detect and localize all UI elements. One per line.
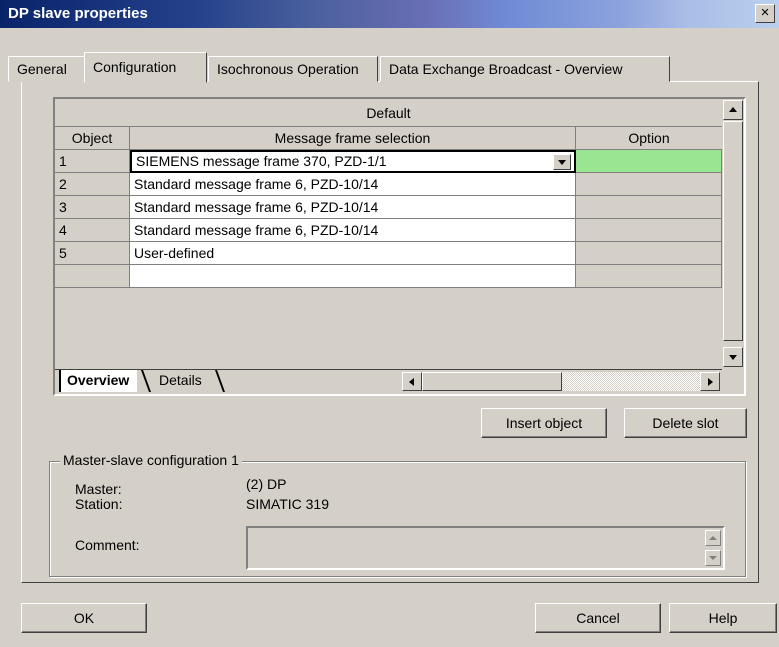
option-cell[interactable] <box>576 196 722 219</box>
column-header-message-frame[interactable]: Message frame selection <box>130 127 576 150</box>
insert-object-button[interactable]: Insert object <box>481 408 607 438</box>
object-cell[interactable]: 3 <box>55 196 130 219</box>
arrow-down-icon <box>729 355 737 360</box>
arrow-left-icon <box>409 378 414 386</box>
horizontal-scroll-track[interactable] <box>562 372 700 391</box>
option-cell[interactable] <box>576 173 722 196</box>
scroll-left-button[interactable] <box>402 372 422 391</box>
master-label: Master: <box>75 481 122 497</box>
scroll-down-button[interactable] <box>723 347 743 367</box>
sheet-tab-details[interactable]: Details <box>151 370 210 392</box>
title-bar: DP slave properties × <box>0 0 779 28</box>
close-icon: × <box>760 4 770 21</box>
chevron-down-icon[interactable] <box>553 154 571 170</box>
table-row[interactable]: 2 Standard message frame 6, PZD-10/14 <box>55 173 722 196</box>
arrow-up-icon <box>729 107 737 112</box>
station-label: Station: <box>75 496 123 512</box>
object-cell[interactable]: 2 <box>55 173 130 196</box>
station-value: SIMATIC 319 <box>246 496 329 512</box>
object-cell[interactable]: 1 <box>55 150 130 173</box>
table-row[interactable] <box>55 265 722 288</box>
comment-field <box>246 526 725 570</box>
tab-configuration[interactable]: Configuration <box>84 52 207 83</box>
sheet-tabs: Overview Details <box>55 369 722 394</box>
ok-button[interactable]: OK <box>21 603 147 633</box>
scroll-thumb[interactable] <box>723 121 743 341</box>
option-cell[interactable] <box>576 219 722 242</box>
help-button[interactable]: Help <box>669 603 777 633</box>
tab-divider <box>214 370 226 392</box>
scroll-up-button[interactable] <box>723 100 743 120</box>
message-frame-cell[interactable]: Standard message frame 6, PZD-10/14 <box>130 173 576 196</box>
message-frame-cell[interactable]: User-defined <box>130 242 576 265</box>
object-cell[interactable]: 4 <box>55 219 130 242</box>
table-row[interactable]: 4 Standard message frame 6, PZD-10/14 <box>55 219 722 242</box>
configuration-grid: Default Object Message frame selection O… <box>53 97 746 396</box>
table-row[interactable]: 1 SIEMENS message frame 370, PZD-1/1 <box>55 150 722 173</box>
vertical-scrollbar[interactable] <box>722 99 744 369</box>
tab-divider <box>140 370 152 392</box>
message-frame-cell[interactable]: Standard message frame 6, PZD-10/14 <box>130 196 576 219</box>
option-cell[interactable] <box>576 242 722 265</box>
column-header-option[interactable]: Option <box>576 127 722 150</box>
master-value: (2) DP <box>246 476 287 492</box>
tab-general[interactable]: General <box>8 56 85 82</box>
horizontal-scrollbar[interactable] <box>402 372 722 392</box>
window-title: DP slave properties <box>8 5 148 22</box>
message-frame-cell[interactable] <box>130 265 576 288</box>
table-row[interactable]: 5 User-defined <box>55 242 722 265</box>
arrow-right-icon <box>708 378 713 386</box>
message-frame-cell[interactable]: Standard message frame 6, PZD-10/14 <box>130 219 576 242</box>
comment-label: Comment: <box>75 537 140 553</box>
comment-scroll-down-icon <box>705 550 721 566</box>
cancel-button[interactable]: Cancel <box>535 603 661 633</box>
comment-scroll-up-icon <box>705 530 721 546</box>
horizontal-scroll-thumb[interactable] <box>422 372 562 391</box>
tab-data-exchange-broadcast[interactable]: Data Exchange Broadcast - Overview <box>380 56 670 82</box>
sheet-tab-overview[interactable]: Overview <box>59 370 138 392</box>
tab-isochronous-operation[interactable]: Isochronous Operation <box>208 56 378 82</box>
close-button[interactable]: × <box>755 4 775 23</box>
delete-slot-button[interactable]: Delete slot <box>624 408 747 438</box>
column-header-object[interactable]: Object <box>55 127 130 150</box>
table-row[interactable]: 3 Standard message frame 6, PZD-10/14 <box>55 196 722 219</box>
group-legend: Master-slave configuration 1 <box>60 452 242 468</box>
group-header: Default <box>55 99 722 127</box>
scroll-right-button[interactable] <box>700 372 720 391</box>
option-cell[interactable] <box>576 150 722 173</box>
message-frame-cell[interactable]: SIEMENS message frame 370, PZD-1/1 <box>130 150 576 173</box>
object-cell[interactable] <box>55 265 130 288</box>
object-cell[interactable]: 5 <box>55 242 130 265</box>
option-cell[interactable] <box>576 265 722 288</box>
